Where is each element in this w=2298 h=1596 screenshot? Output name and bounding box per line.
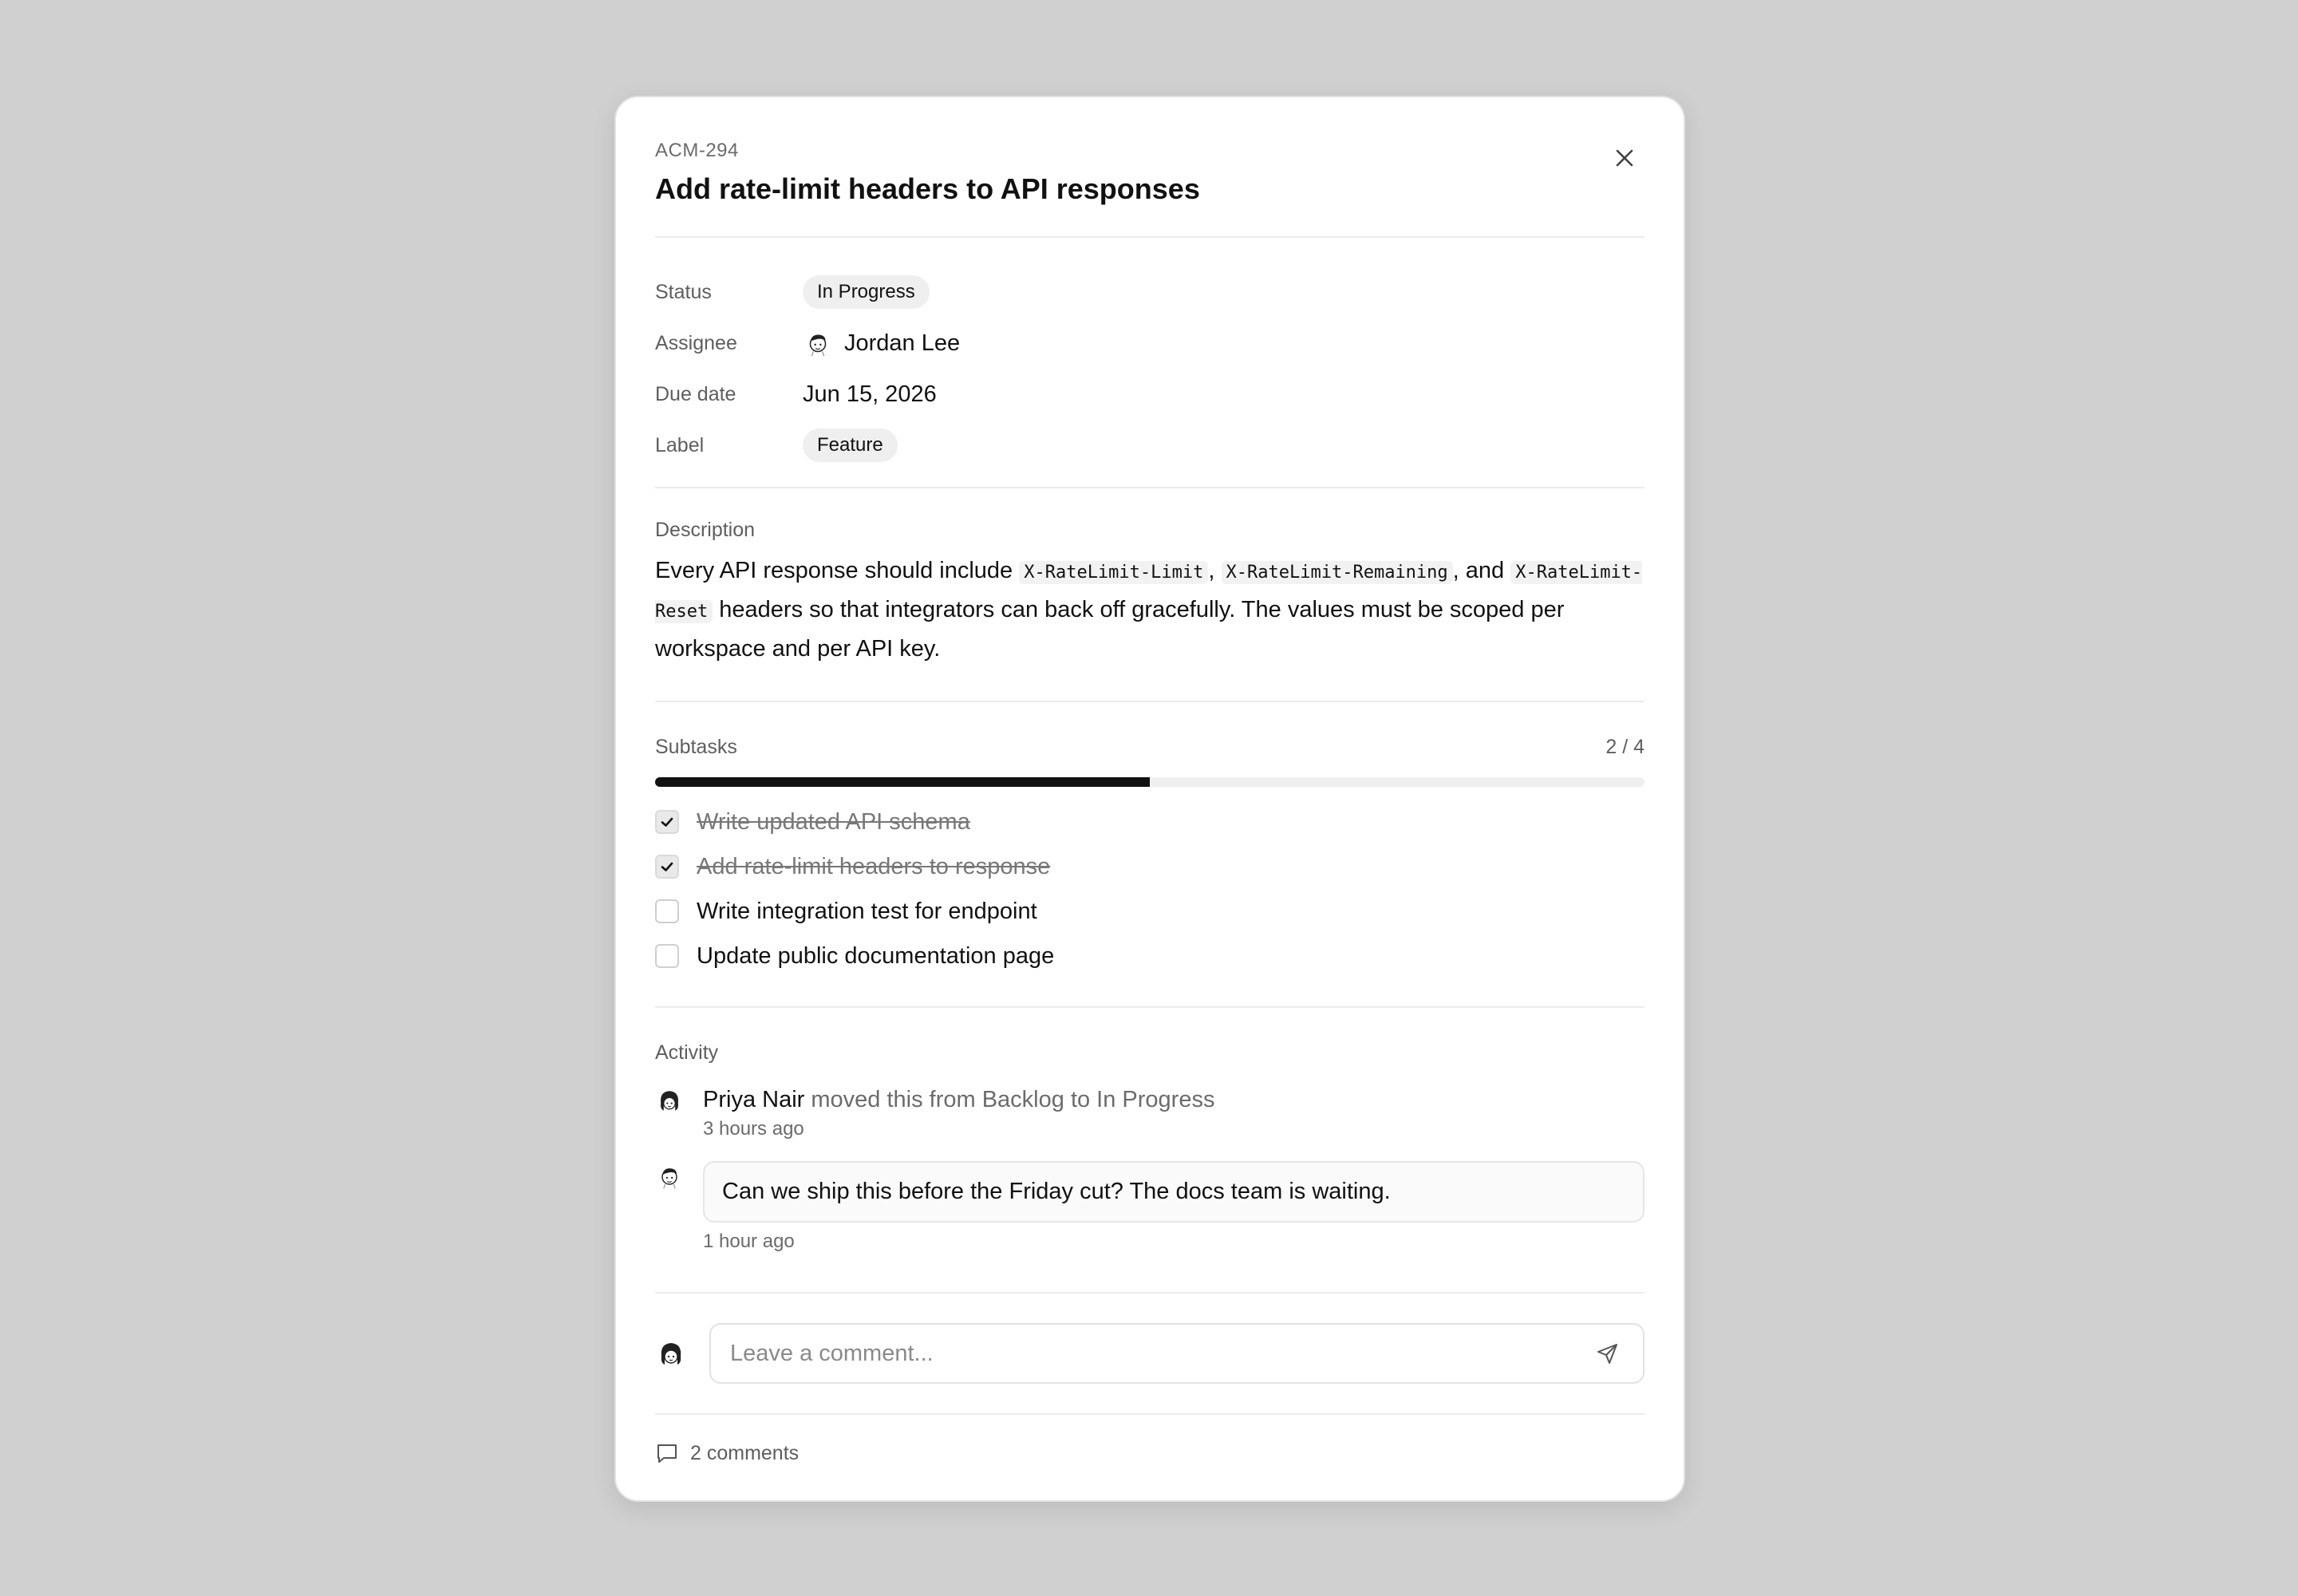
- subtask-text: Write integration test for endpoint: [697, 898, 1037, 924]
- priya-avatar-icon: [660, 1091, 679, 1111]
- activity-heading: Activity: [655, 1041, 719, 1064]
- description-heading: Description: [655, 519, 756, 541]
- issue-modal: ACM-294 Add rate-limit headers to API re…: [614, 96, 1685, 1502]
- code-rate-limit: X-RateLimit-Limit: [1019, 561, 1209, 584]
- properties-section: Status In Progress Assignee Jordan Lee D: [655, 238, 1645, 488]
- comment-icon: [657, 1444, 677, 1463]
- subtask-checkbox[interactable]: [655, 855, 679, 879]
- subtasks-section: Subtasks 2 / 4 Write updated API schema …: [655, 702, 1645, 1008]
- activity-section: Activity Priya Nair moved this from Back…: [655, 1008, 1645, 1294]
- status-label: Status: [655, 280, 712, 303]
- activity-user[interactable]: Priya Nair: [703, 1087, 804, 1112]
- subtask-item[interactable]: Write updated API schema: [655, 800, 1645, 844]
- subtask-text: Add rate-limit headers to response: [697, 853, 1051, 879]
- activity-time: 3 hours ago: [703, 1118, 804, 1140]
- subtask-item[interactable]: Add rate-limit headers to response: [655, 844, 1645, 889]
- subtask-text: Update public documentation page: [697, 942, 1055, 969]
- assignee-label: Assignee: [655, 331, 737, 354]
- current-user-avatar-icon: [661, 1343, 681, 1365]
- assignee-avatar-icon: [809, 334, 827, 357]
- description-part: Every API response should include: [655, 558, 1020, 583]
- due-date-value[interactable]: Jun 15, 2026: [803, 381, 937, 408]
- description-part: headers so that integrators can back off…: [655, 597, 1565, 662]
- comment-count[interactable]: 2 comments: [690, 1442, 799, 1465]
- code-rate-remaining: X-RateLimit-Remaining: [1221, 561, 1453, 584]
- assignee-name: Jordan Lee: [844, 330, 961, 356]
- comment-input-wrapper: [709, 1323, 1645, 1384]
- subtask-text: Write updated API schema: [697, 808, 970, 835]
- comment-input[interactable]: [730, 1340, 1592, 1367]
- due-date-label: Due date: [655, 382, 736, 405]
- checkmark-icon: [661, 862, 673, 871]
- label-label: Label: [655, 433, 705, 456]
- label-row: Label Feature: [655, 420, 1645, 471]
- comment-time: 1 hour ago: [703, 1231, 795, 1252]
- description-text: Every API response should include X-Rate…: [655, 552, 1645, 667]
- subtask-item[interactable]: Write integration test for endpoint: [655, 889, 1645, 934]
- activity-comment: Can we ship this before the Friday cut? …: [655, 1161, 1645, 1253]
- subtask-checkbox[interactable]: [655, 810, 679, 834]
- subtask-checkbox[interactable]: [655, 944, 679, 968]
- assignee-row: Assignee Jordan Lee: [655, 318, 1645, 369]
- activity-event: Priya Nair moved this from Backlog to In…: [655, 1084, 1645, 1140]
- jordan-avatar-icon: [661, 1168, 677, 1189]
- description-separator: , and: [1452, 558, 1511, 583]
- close-button[interactable]: [1604, 137, 1645, 179]
- subtask-checkbox[interactable]: [655, 899, 679, 923]
- description-separator: ,: [1208, 558, 1222, 583]
- description-section: Description Every API response should in…: [655, 488, 1645, 702]
- status-row: Status In Progress: [655, 267, 1645, 318]
- label-badge[interactable]: Feature: [803, 429, 898, 462]
- send-button[interactable]: [1592, 1337, 1624, 1369]
- issue-id: ACM-294: [655, 140, 739, 161]
- issue-title: Add rate-limit headers to API responses: [655, 172, 1200, 205]
- modal-header: ACM-294 Add rate-limit headers to API re…: [655, 97, 1645, 238]
- due-date-row: Due date Jun 15, 2026: [655, 369, 1645, 420]
- subtasks-heading: Subtasks: [655, 736, 737, 758]
- comment-bubble: Can we ship this before the Friday cut? …: [703, 1161, 1645, 1223]
- subtask-list: Write updated API schema Add rate-limit …: [655, 800, 1645, 978]
- checkmark-icon: [661, 817, 673, 827]
- subtask-item[interactable]: Update public documentation page: [655, 934, 1645, 978]
- send-icon: [1597, 1344, 1617, 1364]
- comment-composer: [655, 1294, 1645, 1415]
- progress-fill: [655, 777, 1150, 787]
- modal-footer: 2 comments: [655, 1415, 1645, 1491]
- status-badge[interactable]: In Progress: [803, 275, 930, 309]
- subtasks-progress-bar: [655, 777, 1645, 787]
- close-icon: [1616, 149, 1633, 167]
- subtasks-count: 2 / 4: [1605, 735, 1645, 758]
- activity-action: moved this from Backlog to In Progress: [804, 1087, 1215, 1112]
- assignee-value[interactable]: Jordan Lee: [803, 328, 960, 358]
